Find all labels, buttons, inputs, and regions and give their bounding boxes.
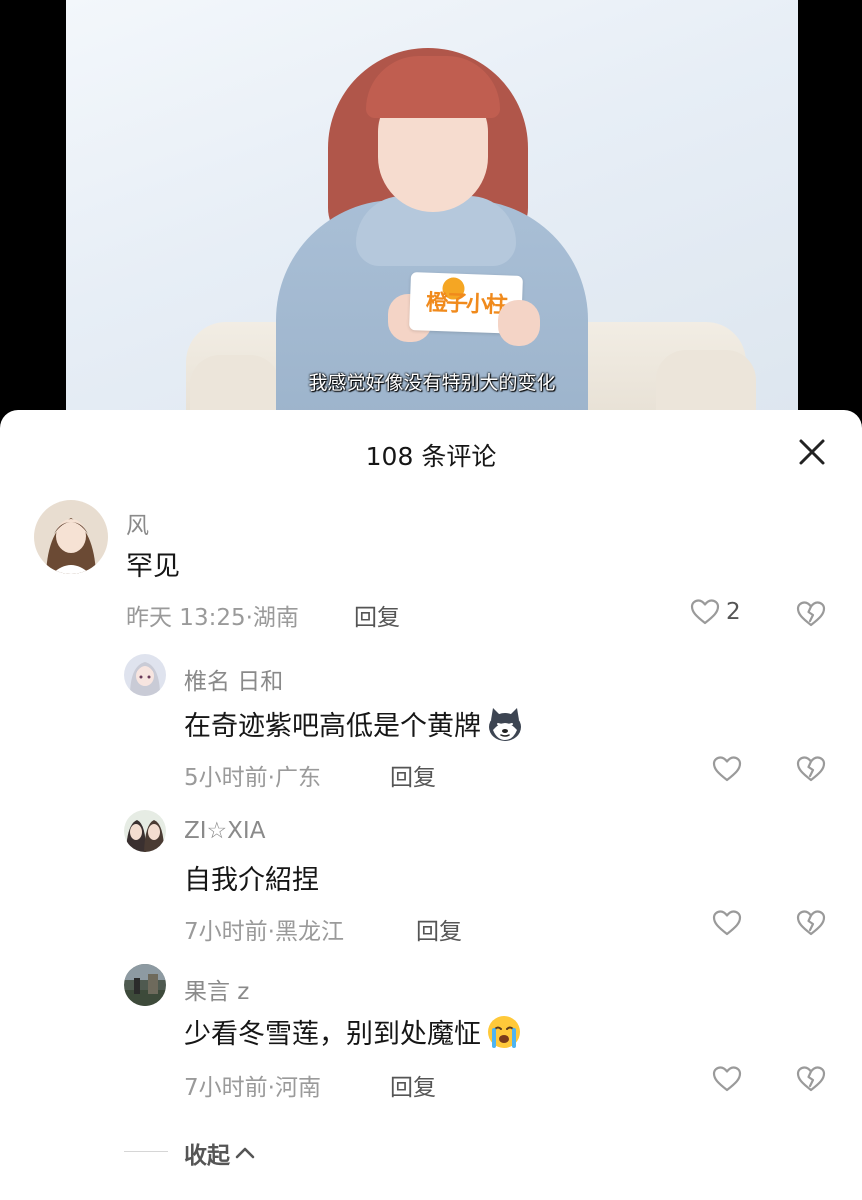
reply-username[interactable]: ZI☆XIA	[184, 818, 265, 844]
avatar[interactable]	[34, 500, 108, 574]
heart-icon	[712, 1066, 742, 1092]
close-icon	[799, 439, 825, 465]
comments-count-title: 108 条评论	[365, 442, 497, 471]
chevron-up-icon	[235, 1147, 255, 1159]
like-count: 2	[726, 599, 741, 625]
reply-username[interactable]: 果言 z	[184, 972, 249, 1006]
reply-text-body: 在奇迹紫吧高低是个黄牌	[184, 711, 481, 742]
like-button[interactable]	[712, 909, 742, 937]
reply-text-body: 少看冬雪莲，别到处魔怔	[184, 1019, 481, 1050]
comments-sheet: 108 条评论 风 罕见 昨天 13:25·湖南 回复 2 椎名 日和 在奇迹紫…	[0, 410, 862, 1200]
broken-heart-icon	[796, 910, 826, 936]
broken-heart-icon	[796, 1066, 826, 1092]
reply-button[interactable]: 回复	[390, 1068, 436, 1102]
dislike-button[interactable]	[796, 909, 826, 941]
husky-dog-emoji-icon	[485, 706, 525, 749]
video-player[interactable]: 橙子小柱 我感觉好像没有特别大的变化	[0, 0, 862, 420]
reply-button[interactable]: 回复	[354, 598, 400, 632]
like-button[interactable]: 2	[690, 598, 741, 626]
like-button[interactable]	[712, 755, 742, 783]
reply-button[interactable]: 回复	[416, 912, 462, 946]
reply-meta: 7小时前·黑龙江	[184, 919, 344, 945]
reply-text: 少看冬雪莲，别到处魔怔	[184, 1012, 523, 1057]
broken-heart-icon	[796, 601, 826, 627]
dislike-button[interactable]	[796, 755, 826, 787]
dislike-button[interactable]	[796, 600, 826, 632]
avatar[interactable]	[124, 964, 166, 1006]
reply-meta: 7小时前·河南	[184, 1075, 321, 1101]
reply-meta: 5小时前·广东	[184, 765, 321, 791]
dislike-button[interactable]	[796, 1065, 826, 1097]
video-frame: 橙子小柱 我感觉好像没有特别大的变化	[66, 0, 798, 420]
reply-text: 自我介紹捏	[184, 865, 319, 896]
reply-text: 在奇迹紫吧高低是个黄牌	[184, 704, 525, 749]
heart-icon	[712, 910, 742, 936]
video-subtitle: 我感觉好像没有特别大的变化	[308, 372, 556, 394]
collapse-replies-button[interactable]: 收起	[184, 1136, 256, 1170]
hand-right	[498, 300, 540, 346]
avatar[interactable]	[124, 654, 166, 696]
comment-meta: 昨天 13:25·湖南	[126, 605, 299, 631]
close-button[interactable]	[796, 436, 828, 468]
card-logo-text: 橙子小柱	[425, 290, 507, 319]
collapse-divider	[124, 1151, 168, 1152]
broken-heart-icon	[796, 756, 826, 782]
collapse-label: 收起	[184, 1143, 230, 1169]
reply-button[interactable]: 回复	[390, 758, 436, 792]
like-button[interactable]	[712, 1065, 742, 1093]
comment-text: 罕见	[126, 551, 180, 582]
reply-username[interactable]: 椎名 日和	[184, 662, 283, 696]
heart-icon	[690, 599, 720, 625]
avatar[interactable]	[124, 810, 166, 852]
heart-icon	[712, 756, 742, 782]
comment-username[interactable]: 风	[126, 506, 149, 540]
crying-face-emoji-icon	[485, 1014, 523, 1057]
